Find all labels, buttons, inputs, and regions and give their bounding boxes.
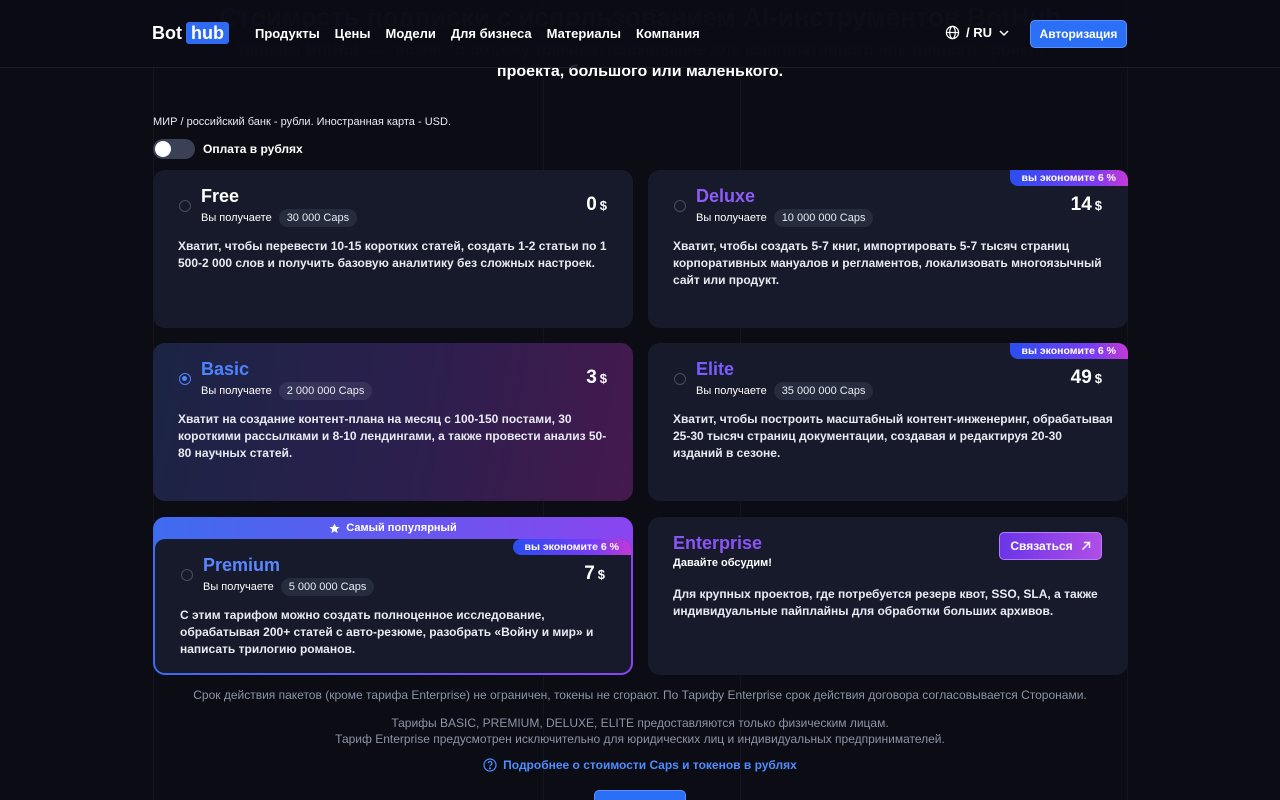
plan-name: Free [201,186,240,206]
caps-badge: 30 000 Caps [278,209,358,227]
plan-caps-row: Вы получаете 30 000 Caps [201,209,358,227]
plan-card-basic[interactable]: Basic Вы получаете 2 000 000 Caps 3 $ Хва… [153,343,633,501]
plan-description: Хватит, чтобы создать 5-7 книг, импортир… [673,239,1102,287]
currency-symbol: $ [597,567,605,582]
plan-price: 0 $ [586,194,607,216]
rub-payment-toggle[interactable] [153,139,195,159]
plan-card-deluxe[interactable]: вы экономите 6 % Deluxe Вы получаете 10 … [648,170,1128,328]
price-value: 3 [586,367,597,388]
arrow-up-right-icon [1081,541,1090,550]
price-value: 0 [586,194,597,215]
payment-note: МИР / российский банк - рубли. Иностранн… [153,116,451,128]
plan-description: Хватит на создание контент-плана на меся… [178,412,607,460]
popular-label: Самый популярный [346,522,457,534]
plan-caps-row: Вы получаете 35 000 000 Caps [696,382,874,400]
caps-badge: 10 000 000 Caps [773,209,874,227]
plan-radio-basic-selected[interactable] [179,373,191,385]
currency-symbol: $ [599,198,607,213]
nav-models[interactable]: Модели [386,26,436,41]
gets-label: Вы получаете [696,212,767,224]
plan-radio-premium[interactable] [181,569,193,581]
nav-materials[interactable]: Материалы [547,26,621,41]
caps-badge: 35 000 000 Caps [773,382,874,400]
nav-prices[interactable]: Цены [335,26,371,41]
caps-pricing-link[interactable]: Подробнее о стоимости Caps и токенов в р… [0,758,1280,772]
logo-hub-text: hub [186,22,229,44]
plan-price: 3 $ [586,367,607,389]
enterprise-subtitle: Давайте обсудим! [673,557,772,569]
price-value: 49 [1070,367,1092,388]
main-nav: Продукты Цены Модели Для бизнеса Материа… [255,26,700,41]
plan-radio-elite[interactable] [674,373,686,385]
plan-radio-deluxe[interactable] [674,200,686,212]
price-value: 7 [584,563,595,584]
plan-card-premium[interactable]: Самый популярный вы экономите 6 % Premiu… [153,517,633,675]
plan-card-enterprise: Enterprise Давайте обсудим! Связаться Дл… [648,517,1128,675]
plan-description: Хватит, чтобы построить масштабный конте… [673,412,1113,460]
bothub-logo[interactable]: Bot hub [152,22,229,44]
rub-payment-label: Оплата в рублях [203,142,303,156]
plan-name: Basic [201,359,250,379]
plan-caps-row: Вы получаете 10 000 000 Caps [696,209,874,227]
currency-toggle-row: Оплата в рублях [153,139,303,159]
plan-description: С этим тарифом можно создать полноценное… [180,608,594,656]
plan-card-elite[interactable]: вы экономите 6 % Elite Вы получаете 35 0… [648,343,1128,501]
chevron-down-icon [999,29,1009,36]
question-circle-icon [483,758,497,772]
language-switcher[interactable]: / RU [945,25,1010,40]
plan-name: Deluxe [696,186,756,206]
plan-description: Для крупных проектов, где потребуется ре… [673,587,1098,618]
globe-icon [945,25,960,40]
currency-symbol: $ [1094,198,1102,213]
plan-price: 7 $ [584,563,605,585]
plan-name: Elite [696,359,735,379]
language-label: / RU [966,25,992,40]
individuals-note: Тарифы BASIC, PREMIUM, DELUXE, ELITE пре… [391,716,889,730]
price-value: 14 [1070,194,1092,215]
currency-symbol: $ [599,371,607,386]
gets-label: Вы получаете [201,212,272,224]
caps-pricing-link-text: Подробнее о стоимости Caps и токенов в р… [503,758,797,772]
gets-label: Вы получаете [696,385,767,397]
gets-label: Вы получаете [201,385,272,397]
gets-label: Вы получаете [203,581,274,593]
nav-company[interactable]: Компания [636,26,700,41]
plan-caps-row: Вы получаете 5 000 000 Caps [203,578,375,596]
caps-badge: 5 000 000 Caps [280,578,375,596]
plan-description: Хватит, чтобы перевести 10-15 коротких с… [178,239,607,270]
logo-bot-text: Bot [152,22,182,43]
plan-name: Enterprise [673,533,763,553]
buy-button[interactable] [594,790,686,800]
discount-badge: вы экономите 6 % [512,539,631,555]
validity-note: Срок действия пакетов (кроме тарифа Ente… [193,688,1087,702]
nav-products[interactable]: Продукты [255,26,320,41]
contact-button[interactable]: Связаться [999,532,1102,560]
plan-name: Premium [203,555,281,575]
plan-card-free[interactable]: Free Вы получаете 30 000 Caps 0 $ Хватит,… [153,170,633,328]
login-button[interactable]: Авторизация [1030,20,1127,48]
premium-card-body: вы экономите 6 % Premium Вы получаете 5 … [155,539,631,673]
discount-badge: вы экономите 6 % [1009,343,1128,359]
star-icon [329,522,340,533]
legal-entities-note: Тариф Enterprise предусмотрен исключител… [335,732,945,746]
nav-business[interactable]: Для бизнеса [451,26,532,41]
toggle-knob [155,141,171,157]
plan-price: 49 $ [1071,367,1102,389]
discount-badge: вы экономите 6 % [1009,170,1128,186]
site-header: Bot hub Продукты Цены Модели Для бизнеса… [0,0,1280,68]
popular-banner: Самый популярный [155,517,631,539]
plan-radio-free[interactable] [179,200,191,212]
contact-button-label: Связаться [1010,539,1073,553]
caps-badge: 2 000 000 Caps [278,382,373,400]
plan-price: 14 $ [1071,194,1102,216]
currency-symbol: $ [1094,371,1102,386]
plan-caps-row: Вы получаете 2 000 000 Caps [201,382,373,400]
